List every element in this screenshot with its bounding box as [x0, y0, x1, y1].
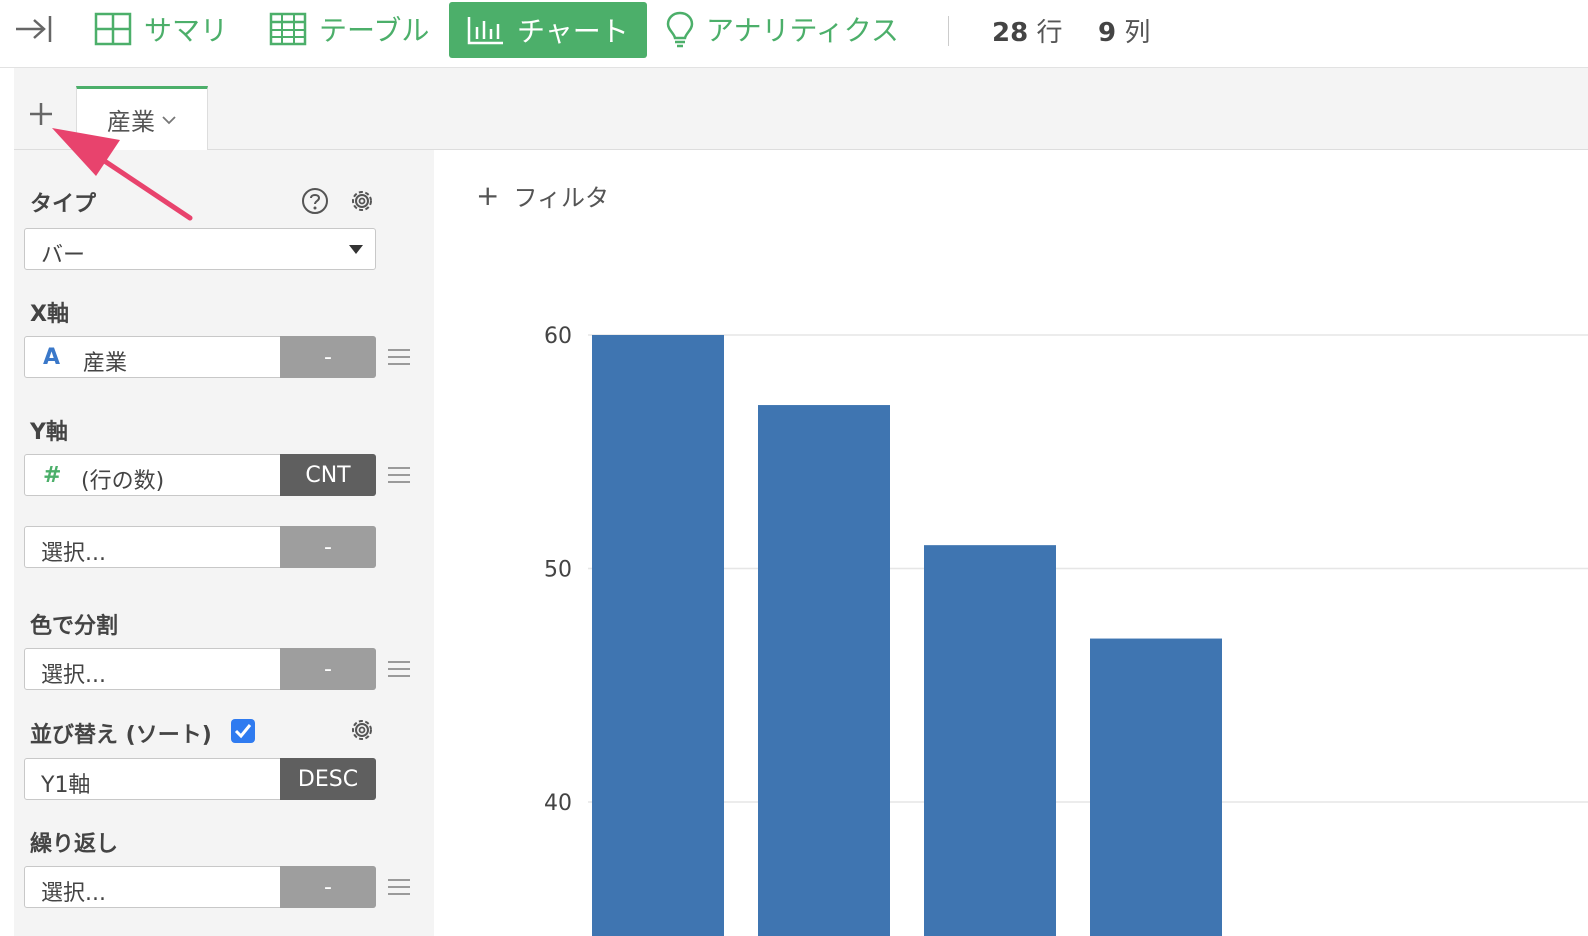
table-icon — [269, 12, 307, 46]
table-tab[interactable]: テーブル — [269, 0, 429, 58]
chart-tab-label: 産業 — [107, 108, 155, 136]
chart-tab-strip: 産業 — [14, 68, 1588, 150]
sort-label: 並び替え (ソート) — [30, 723, 212, 748]
y-axis-extra-agg-button[interactable]: - — [280, 526, 376, 568]
x-axis-agg-button[interactable]: - — [280, 336, 376, 378]
repeat-placeholder: 選択... — [41, 881, 106, 906]
collapse-panel-button[interactable] — [14, 0, 54, 58]
row-count-value: 28 — [992, 18, 1029, 48]
y-tick-label: 40 — [544, 791, 572, 816]
bar-4[interactable] — [1090, 638, 1222, 936]
row-count: 28 行 — [992, 12, 1062, 49]
x-axis-menu-icon[interactable] — [388, 349, 410, 367]
x-axis-field-select[interactable]: A 産業 - — [24, 336, 376, 378]
y-axis-label: Y軸 — [30, 420, 68, 445]
y-tick-label: 60 — [544, 324, 572, 349]
x-axis-field-value: 産業 — [83, 351, 128, 376]
filter-label: フィルタ — [513, 184, 609, 212]
x-axis-label: X軸 — [30, 302, 69, 327]
sort-field-value: Y1軸 — [41, 773, 91, 798]
y-tick-label: 50 — [544, 558, 572, 583]
number-type-icon: # — [43, 463, 62, 488]
chevron-down-icon — [162, 115, 176, 124]
collapse-arrow-icon — [16, 16, 52, 42]
bar-1[interactable] — [592, 335, 724, 936]
y-axis-field-select[interactable]: # (行の数) CNT — [24, 454, 376, 496]
chart-type-select[interactable]: バー — [24, 228, 376, 270]
row-count-unit: 行 — [1036, 18, 1063, 48]
chart-tab-industry[interactable]: 産業 — [76, 86, 208, 150]
repeat-menu-icon[interactable] — [388, 879, 410, 897]
repeat-agg-button[interactable]: - — [280, 866, 376, 908]
y-axis-extra-select[interactable]: 選択... - — [24, 526, 376, 568]
caret-down-icon — [349, 245, 363, 254]
sort-checkbox[interactable] — [230, 718, 256, 744]
sort-field-select[interactable]: Y1軸 DESC — [24, 758, 376, 800]
column-count: 9 列 — [1098, 12, 1150, 49]
summary-tab-label: サマリ — [144, 14, 229, 47]
type-label: タイプ — [30, 192, 97, 217]
color-split-placeholder: 選択... — [41, 663, 106, 688]
top-toolbar: サマリ テーブル チャート アナリティクス 28 行 9 列 — [0, 0, 1588, 68]
help-icon[interactable] — [301, 187, 329, 215]
y-axis-field-value: (行の数) — [81, 469, 165, 494]
repeat-label: 繰り返し — [30, 832, 119, 857]
chart-type-value: バー — [41, 243, 86, 268]
column-count-value: 9 — [1098, 18, 1117, 48]
summary-grid-icon — [94, 12, 132, 46]
color-split-label: 色で分割 — [30, 614, 119, 639]
color-split-agg-button[interactable]: - — [280, 648, 376, 690]
color-split-menu-icon[interactable] — [388, 661, 410, 679]
chart-tab-label: チャート — [517, 15, 629, 48]
column-count-unit: 列 — [1124, 18, 1151, 48]
add-chart-tab-icon[interactable] — [28, 101, 54, 127]
bar-3[interactable] — [924, 545, 1056, 936]
chart-tab[interactable]: チャート — [449, 2, 647, 58]
plus-icon: + — [476, 179, 500, 212]
sort-order-button[interactable]: DESC — [280, 758, 376, 800]
repeat-select[interactable]: 選択... - — [24, 866, 376, 908]
summary-tab[interactable]: サマリ — [94, 0, 228, 58]
text-type-icon: A — [43, 345, 61, 370]
y-axis-menu-icon[interactable] — [388, 467, 410, 485]
y-axis-agg-button[interactable]: CNT — [280, 454, 376, 496]
bar-chart-icon — [467, 17, 503, 45]
table-tab-label: テーブル — [319, 14, 430, 47]
color-split-select[interactable]: 選択... - — [24, 648, 376, 690]
lightbulb-icon — [666, 11, 694, 48]
analytics-tab-label: アナリティクス — [706, 14, 899, 47]
add-filter-button[interactable]: + フィルタ — [476, 178, 609, 213]
chart-config-panel: タイプ バー X軸 A 産業 - Y軸 # (行の数) CNT 選択... - … — [14, 150, 434, 936]
bar-2[interactable] — [758, 405, 890, 936]
toolbar-divider — [948, 16, 949, 46]
sort-settings-gear-icon[interactable] — [348, 716, 376, 744]
gear-icon[interactable] — [348, 187, 376, 215]
bar-chart: 40 50 60 — [544, 324, 1588, 936]
analytics-tab[interactable]: アナリティクス — [666, 0, 899, 58]
y-axis-extra-placeholder: 選択... — [41, 541, 106, 566]
